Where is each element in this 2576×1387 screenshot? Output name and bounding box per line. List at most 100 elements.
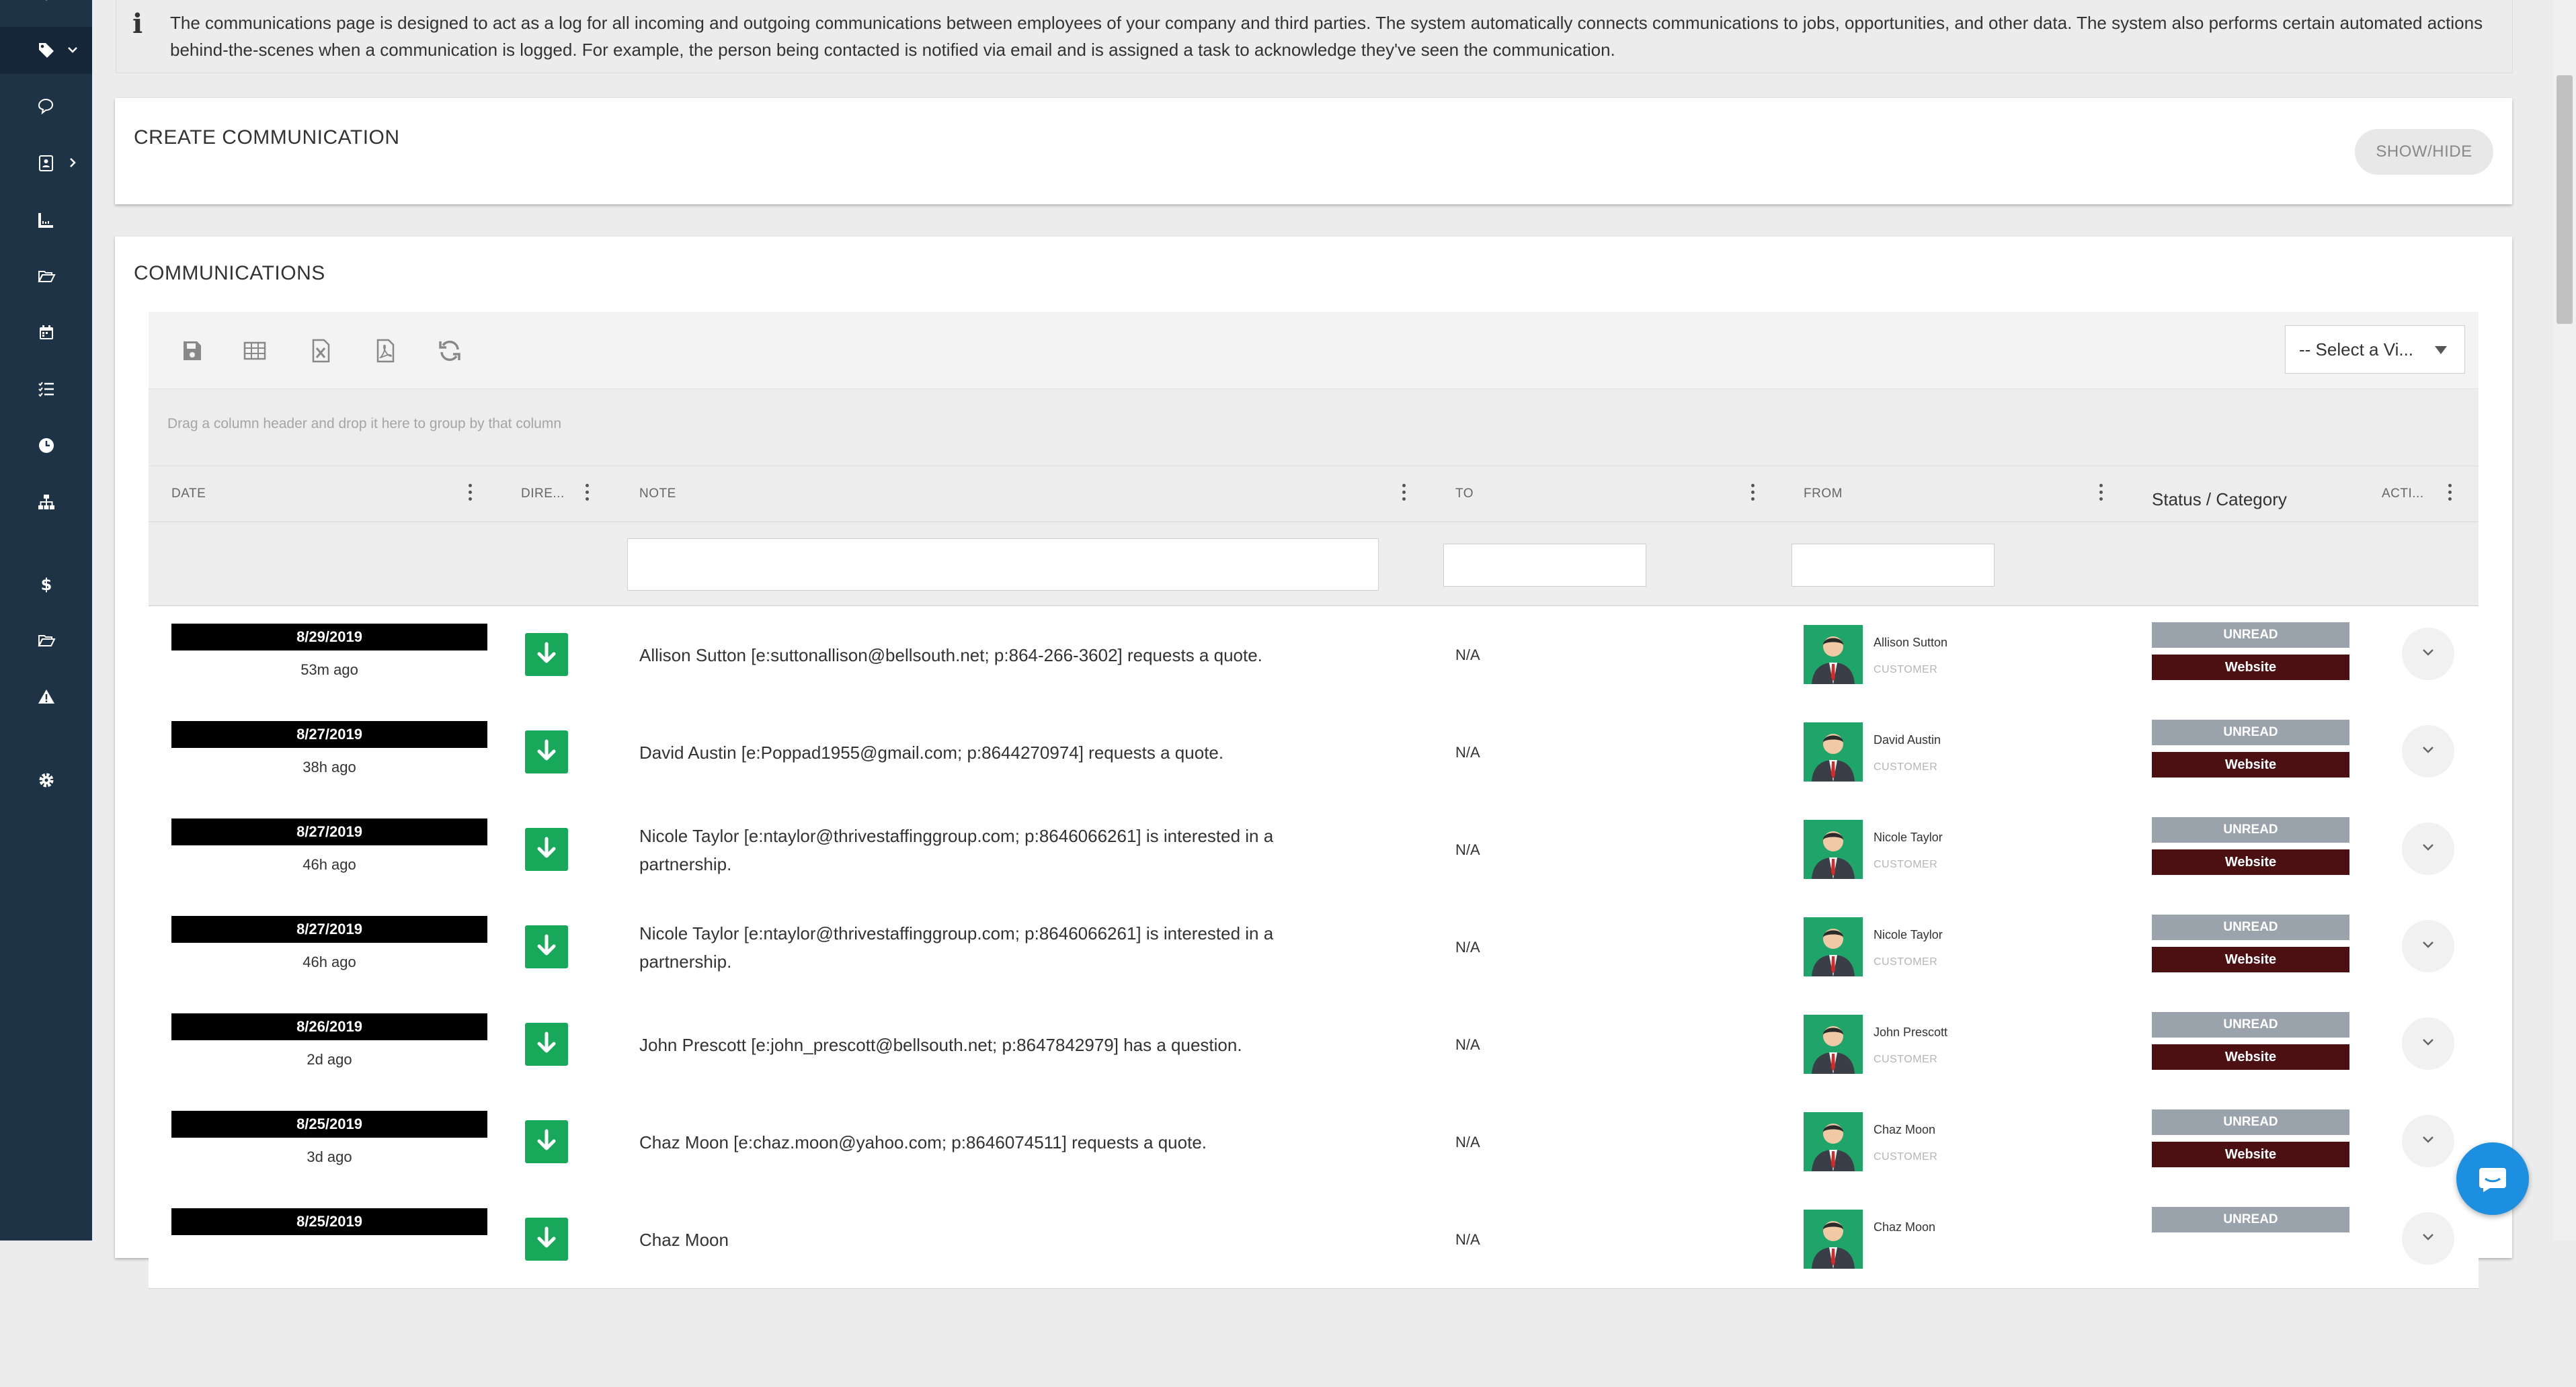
pdf-export-icon[interactable]	[372, 337, 399, 364]
chat-icon	[38, 98, 53, 115]
status-badge: UNREAD	[2152, 817, 2349, 843]
note-text: David Austin [e:Poppad1955@gmail.com; p:…	[639, 742, 1224, 763]
scrollbar-thumb[interactable]	[2557, 75, 2573, 324]
refresh-icon[interactable]	[436, 337, 463, 364]
communications-panel: COMMUNICATIONS -- Select a Vi... Drag a …	[115, 237, 2512, 1289]
note-text: John Prescott [e:john_prescott@bellsouth…	[639, 1034, 1242, 1055]
table-row[interactable]: 8/27/2019 38h ago David Austin [e:Poppad19…	[149, 704, 2479, 802]
view-select-value: -- Select a Vi...	[2299, 339, 2414, 360]
category-badge: Website	[2152, 752, 2349, 777]
chevron-down-icon	[2418, 837, 2438, 861]
column-menu-direction-icon[interactable]	[583, 484, 590, 504]
sidebar-item-tasks[interactable]	[0, 366, 92, 413]
sidebar-item-projects[interactable]	[0, 253, 92, 300]
view-select[interactable]: -- Select a Vi...	[2285, 325, 2465, 374]
column-header-from[interactable]: FROM	[1804, 466, 1843, 521]
sidebar-item-finance[interactable]: $	[0, 560, 92, 607]
direction-incoming-button[interactable]	[525, 925, 568, 968]
grid-filter-row	[149, 522, 2479, 606]
column-header-status[interactable]: Status / Category	[2152, 472, 2287, 527]
column-menu-actions-icon[interactable]	[2446, 484, 2453, 504]
table-row[interactable]: 8/27/2019 46h ago Nicole Taylor [e:ntaylor…	[149, 801, 2479, 899]
sidebar-item-measure[interactable]	[0, 196, 92, 243]
sidebar-item-documents[interactable]	[0, 617, 92, 664]
from-name[interactable]: Chaz Moon	[1874, 1220, 1935, 1234]
group-by-bar[interactable]: Drag a column header and drop it here to…	[149, 389, 2479, 466]
direction-incoming-button[interactable]	[525, 1023, 568, 1066]
from-name[interactable]: Allison Sutton	[1874, 636, 1947, 650]
sidebar-item-contacts[interactable]	[0, 140, 92, 187]
sidebar-item-communications[interactable]	[0, 83, 92, 130]
status-badge: UNREAD	[2152, 1109, 2349, 1135]
chevron-right-icon	[70, 158, 76, 167]
from-name[interactable]: Chaz Moon	[1874, 1123, 1935, 1137]
sidebar-item-calendar[interactable]	[0, 309, 92, 356]
expand-row-button[interactable]	[2402, 628, 2454, 680]
dollar-icon: $	[40, 575, 52, 593]
table-row[interactable]: 8/25/2019 Chaz Moon N/A Chaz Moon UNREAD	[149, 1191, 2479, 1289]
expand-row-button[interactable]	[2402, 1115, 2454, 1167]
date-badge: 8/27/2019	[171, 818, 487, 845]
arrow-down-icon	[533, 932, 560, 962]
direction-incoming-button[interactable]	[525, 828, 568, 871]
save-icon[interactable]	[178, 337, 205, 364]
direction-incoming-button[interactable]	[525, 1218, 568, 1261]
relative-time: 38h ago	[303, 759, 356, 775]
direction-incoming-button[interactable]	[525, 730, 568, 773]
from-name[interactable]: Nicole Taylor	[1874, 928, 1943, 942]
group-by-hint: Drag a column header and drop it here to…	[167, 416, 562, 431]
sidebar-item-top[interactable]	[0, 0, 92, 24]
from-name[interactable]: Nicole Taylor	[1874, 831, 1943, 845]
expand-row-button[interactable]	[2402, 1017, 2454, 1070]
page-scrollbar[interactable]	[2553, 0, 2576, 1241]
chat-button[interactable]	[2456, 1142, 2529, 1215]
to-value: N/A	[1455, 743, 1480, 761]
column-menu-date-icon[interactable]	[467, 484, 473, 504]
table-row[interactable]: 8/29/2019 53m ago Allison Sutton [e:sutton…	[149, 606, 2479, 704]
from-role: CUSTOMER	[1874, 664, 1938, 675]
task-list-icon	[38, 382, 54, 397]
direction-incoming-button[interactable]	[525, 633, 568, 676]
category-badge: Website	[2152, 947, 2349, 972]
column-header-direction[interactable]: DIRE...	[521, 466, 565, 521]
column-header-to[interactable]: TO	[1455, 466, 1474, 521]
expand-row-button[interactable]	[2402, 725, 2454, 777]
expand-row-button[interactable]	[2402, 920, 2454, 972]
gear-icon	[39, 773, 53, 788]
sidebar-item-sales[interactable]	[0, 27, 92, 74]
avatar	[1804, 820, 1863, 879]
direction-incoming-button[interactable]	[525, 1120, 568, 1163]
warning-icon	[38, 689, 54, 704]
table-row[interactable]: 8/25/2019 3d ago Chaz Moon [e:chaz.moon@ya…	[149, 1093, 2479, 1191]
from-role: CUSTOMER	[1874, 761, 1938, 773]
column-menu-to-icon[interactable]	[1749, 484, 1756, 504]
sidebar-item-organization[interactable]	[0, 478, 92, 526]
table-icon[interactable]	[241, 337, 268, 364]
excel-export-icon[interactable]	[307, 337, 334, 364]
show-hide-button[interactable]: SHOW/HIDE	[2355, 129, 2493, 175]
from-name[interactable]: John Prescott	[1874, 1025, 1947, 1040]
note-filter-input[interactable]	[627, 538, 1379, 591]
sidebar-item-settings[interactable]	[0, 757, 92, 804]
info-text: The communications page is designed to a…	[170, 13, 2483, 60]
column-header-note[interactable]: NOTE	[639, 466, 676, 521]
column-header-actions[interactable]: ACTI...	[2382, 466, 2424, 521]
grid-toolbar: -- Select a Vi...	[149, 312, 2479, 389]
column-header-date[interactable]: DATE	[171, 466, 206, 521]
to-filter-input[interactable]	[1443, 544, 1646, 587]
relative-time: 46h ago	[303, 954, 356, 970]
table-row[interactable]: 8/26/2019 2d ago John Prescott [e:john_pre…	[149, 996, 2479, 1094]
column-menu-note-icon[interactable]	[1400, 484, 1407, 504]
avatar	[1804, 722, 1863, 782]
expand-row-button[interactable]	[2402, 1212, 2454, 1265]
expand-row-button[interactable]	[2402, 823, 2454, 875]
clock-icon	[38, 438, 54, 453]
avatar	[1804, 1210, 1863, 1269]
column-menu-from-icon[interactable]	[2097, 484, 2104, 504]
from-name[interactable]: David Austin	[1874, 733, 1941, 747]
table-row[interactable]: 8/27/2019 46h ago Nicole Taylor [e:ntaylor…	[149, 898, 2479, 997]
from-filter-input[interactable]	[1792, 544, 1995, 587]
info-icon: i	[132, 8, 143, 40]
sidebar-item-alerts[interactable]	[0, 673, 92, 720]
sidebar-item-time[interactable]	[0, 422, 92, 469]
